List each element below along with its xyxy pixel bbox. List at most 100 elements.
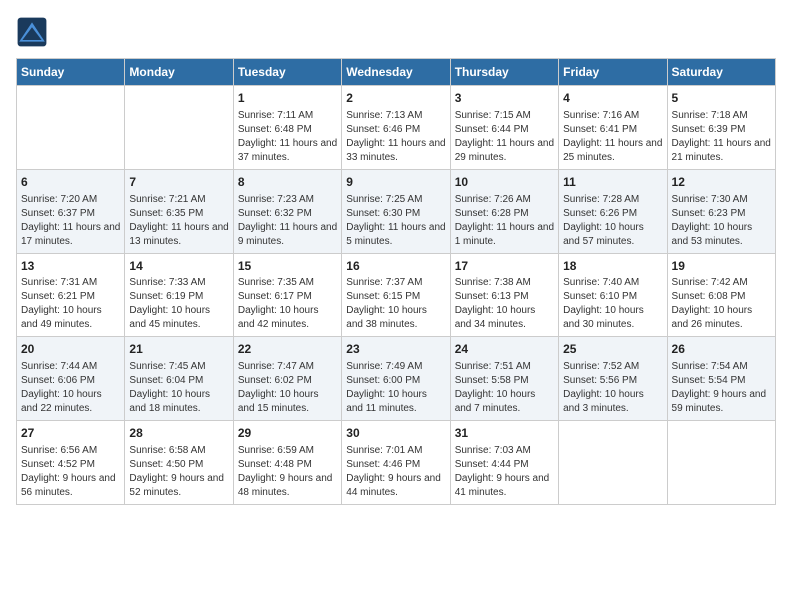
- day-info: Sunrise: 7:11 AMSunset: 6:48 PMDaylight:…: [238, 109, 337, 165]
- calendar-cell: 22 Sunrise: 7:47 AMSunset: 6:02 PMDayligh…: [233, 337, 341, 421]
- day-info: Sunrise: 7:45 AMSunset: 6:04 PMDaylight:…: [129, 360, 228, 416]
- day-info: Sunrise: 6:58 AMSunset: 4:50 PMDaylight:…: [129, 444, 228, 500]
- day-info: Sunrise: 7:33 AMSunset: 6:19 PMDaylight:…: [129, 276, 228, 332]
- weekday-header-monday: Monday: [125, 59, 233, 86]
- day-number: 14: [129, 258, 228, 275]
- day-number: 18: [563, 258, 662, 275]
- day-info: Sunrise: 7:18 AMSunset: 6:39 PMDaylight:…: [672, 109, 771, 165]
- calendar-cell: 5 Sunrise: 7:18 AMSunset: 6:39 PMDaylight…: [667, 86, 775, 170]
- day-info: Sunrise: 7:49 AMSunset: 6:00 PMDaylight:…: [346, 360, 445, 416]
- calendar-cell: [667, 421, 775, 505]
- day-info: Sunrise: 7:37 AMSunset: 6:15 PMDaylight:…: [346, 276, 445, 332]
- day-info: Sunrise: 7:44 AMSunset: 6:06 PMDaylight:…: [21, 360, 120, 416]
- day-info: Sunrise: 7:21 AMSunset: 6:35 PMDaylight:…: [129, 193, 228, 249]
- calendar-cell: 19Sunrise: 7:42 AMSunset: 6:08 PMDayligh…: [667, 253, 775, 337]
- day-info: Sunrise: 7:13 AMSunset: 6:46 PMDaylight:…: [346, 109, 445, 165]
- calendar-header: SundayMondayTuesdayWednesdayThursdayFrid…: [17, 59, 776, 86]
- day-number: 12: [672, 174, 771, 191]
- day-info: Sunrise: 7:47 AMSunset: 6:02 PMDaylight:…: [238, 360, 337, 416]
- weekday-header-sunday: Sunday: [17, 59, 125, 86]
- weekday-row: SundayMondayTuesdayWednesdayThursdayFrid…: [17, 59, 776, 86]
- day-number: 4: [563, 90, 662, 107]
- calendar-cell: 4 Sunrise: 7:16 AMSunset: 6:41 PMDaylight…: [559, 86, 667, 170]
- calendar-cell: 23 Sunrise: 7:49 AMSunset: 6:00 PMDayligh…: [342, 337, 450, 421]
- week-row-3: 13Sunrise: 7:31 AMSunset: 6:21 PMDayligh…: [17, 253, 776, 337]
- day-number: 28: [129, 425, 228, 442]
- day-number: 7: [129, 174, 228, 191]
- calendar-cell: 9 Sunrise: 7:25 AMSunset: 6:30 PMDaylight…: [342, 169, 450, 253]
- calendar-cell: 27Sunrise: 6:56 AMSunset: 4:52 PMDayligh…: [17, 421, 125, 505]
- calendar-cell: 12 Sunrise: 7:30 AMSunset: 6:23 PMDayligh…: [667, 169, 775, 253]
- day-number: 5: [672, 90, 771, 107]
- day-info: Sunrise: 7:35 AMSunset: 6:17 PMDaylight:…: [238, 276, 337, 332]
- day-info: Sunrise: 7:40 AMSunset: 6:10 PMDaylight:…: [563, 276, 662, 332]
- calendar-cell: 10Sunrise: 7:26 AMSunset: 6:28 PMDayligh…: [450, 169, 558, 253]
- calendar-cell: 24 Sunrise: 7:51 AMSunset: 5:58 PMDayligh…: [450, 337, 558, 421]
- day-number: 20: [21, 341, 120, 358]
- calendar-cell: [559, 421, 667, 505]
- day-number: 17: [455, 258, 554, 275]
- day-number: 2: [346, 90, 445, 107]
- calendar-cell: 20 Sunrise: 7:44 AMSunset: 6:06 PMDayligh…: [17, 337, 125, 421]
- calendar-cell: 28 Sunrise: 6:58 AMSunset: 4:50 PMDayligh…: [125, 421, 233, 505]
- day-info: Sunrise: 7:15 AMSunset: 6:44 PMDaylight:…: [455, 109, 554, 165]
- day-info: Sunrise: 7:26 AMSunset: 6:28 PMDaylight:…: [455, 193, 554, 249]
- calendar-cell: 30 Sunrise: 7:01 AMSunset: 4:46 PMDayligh…: [342, 421, 450, 505]
- calendar-cell: 14Sunrise: 7:33 AMSunset: 6:19 PMDayligh…: [125, 253, 233, 337]
- calendar-cell: [17, 86, 125, 170]
- day-number: 31: [455, 425, 554, 442]
- week-row-2: 6 Sunrise: 7:20 AMSunset: 6:37 PMDaylight…: [17, 169, 776, 253]
- day-number: 22: [238, 341, 337, 358]
- weekday-header-wednesday: Wednesday: [342, 59, 450, 86]
- day-number: 9: [346, 174, 445, 191]
- weekday-header-saturday: Saturday: [667, 59, 775, 86]
- day-number: 3: [455, 90, 554, 107]
- logo-icon: [16, 16, 48, 48]
- day-info: Sunrise: 7:30 AMSunset: 6:23 PMDaylight:…: [672, 193, 771, 249]
- calendar-cell: 25 Sunrise: 7:52 AMSunset: 5:56 PMDayligh…: [559, 337, 667, 421]
- weekday-header-thursday: Thursday: [450, 59, 558, 86]
- day-info: Sunrise: 7:52 AMSunset: 5:56 PMDaylight:…: [563, 360, 662, 416]
- weekday-header-tuesday: Tuesday: [233, 59, 341, 86]
- day-info: Sunrise: 7:16 AMSunset: 6:41 PMDaylight:…: [563, 109, 662, 165]
- day-info: Sunrise: 7:38 AMSunset: 6:13 PMDaylight:…: [455, 276, 554, 332]
- day-info: Sunrise: 7:31 AMSunset: 6:21 PMDaylight:…: [21, 276, 120, 332]
- day-number: 19: [672, 258, 771, 275]
- calendar-cell: 11 Sunrise: 7:28 AMSunset: 6:26 PMDayligh…: [559, 169, 667, 253]
- calendar-cell: 29 Sunrise: 6:59 AMSunset: 4:48 PMDayligh…: [233, 421, 341, 505]
- day-info: Sunrise: 7:25 AMSunset: 6:30 PMDaylight:…: [346, 193, 445, 249]
- calendar-cell: 17Sunrise: 7:38 AMSunset: 6:13 PMDayligh…: [450, 253, 558, 337]
- day-number: 30: [346, 425, 445, 442]
- day-number: 1: [238, 90, 337, 107]
- day-info: Sunrise: 6:56 AMSunset: 4:52 PMDaylight:…: [21, 444, 120, 500]
- day-info: Sunrise: 6:59 AMSunset: 4:48 PMDaylight:…: [238, 444, 337, 500]
- week-row-4: 20 Sunrise: 7:44 AMSunset: 6:06 PMDayligh…: [17, 337, 776, 421]
- day-info: Sunrise: 7:42 AMSunset: 6:08 PMDaylight:…: [672, 276, 771, 332]
- calendar-cell: 13Sunrise: 7:31 AMSunset: 6:21 PMDayligh…: [17, 253, 125, 337]
- calendar-cell: 7 Sunrise: 7:21 AMSunset: 6:35 PMDaylight…: [125, 169, 233, 253]
- calendar-cell: 1 Sunrise: 7:11 AMSunset: 6:48 PMDaylight…: [233, 86, 341, 170]
- day-number: 24: [455, 341, 554, 358]
- calendar-cell: 2 Sunrise: 7:13 AMSunset: 6:46 PMDaylight…: [342, 86, 450, 170]
- day-info: Sunrise: 7:28 AMSunset: 6:26 PMDaylight:…: [563, 193, 662, 249]
- calendar-cell: 18Sunrise: 7:40 AMSunset: 6:10 PMDayligh…: [559, 253, 667, 337]
- calendar-cell: 16Sunrise: 7:37 AMSunset: 6:15 PMDayligh…: [342, 253, 450, 337]
- calendar-cell: 26Sunrise: 7:54 AMSunset: 5:54 PMDayligh…: [667, 337, 775, 421]
- weekday-header-friday: Friday: [559, 59, 667, 86]
- day-number: 11: [563, 174, 662, 191]
- day-number: 16: [346, 258, 445, 275]
- day-info: Sunrise: 7:20 AMSunset: 6:37 PMDaylight:…: [21, 193, 120, 249]
- day-number: 23: [346, 341, 445, 358]
- calendar-table: SundayMondayTuesdayWednesdayThursdayFrid…: [16, 58, 776, 505]
- day-info: Sunrise: 7:51 AMSunset: 5:58 PMDaylight:…: [455, 360, 554, 416]
- calendar-cell: [125, 86, 233, 170]
- day-number: 6: [21, 174, 120, 191]
- calendar-body: 1 Sunrise: 7:11 AMSunset: 6:48 PMDaylight…: [17, 86, 776, 505]
- calendar-cell: 31Sunrise: 7:03 AMSunset: 4:44 PMDayligh…: [450, 421, 558, 505]
- page-header: [16, 16, 776, 48]
- day-number: 25: [563, 341, 662, 358]
- day-number: 15: [238, 258, 337, 275]
- day-info: Sunrise: 7:01 AMSunset: 4:46 PMDaylight:…: [346, 444, 445, 500]
- day-number: 29: [238, 425, 337, 442]
- week-row-1: 1 Sunrise: 7:11 AMSunset: 6:48 PMDaylight…: [17, 86, 776, 170]
